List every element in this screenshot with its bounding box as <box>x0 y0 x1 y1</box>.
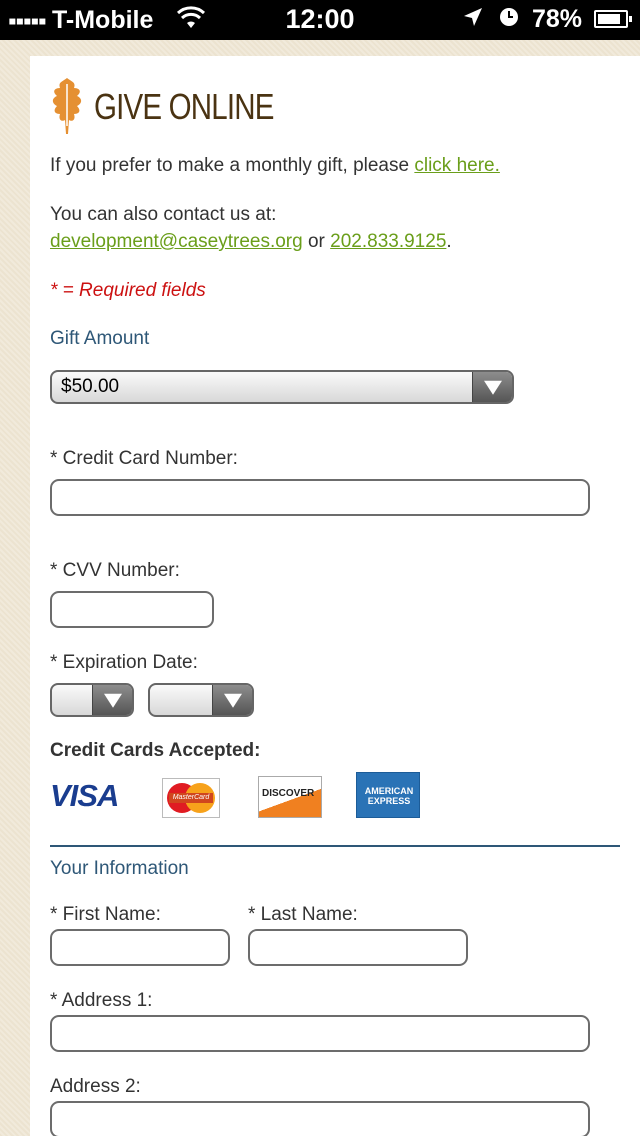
dropdown-arrow-icon <box>472 372 512 402</box>
monthly-gift-prefix: If you prefer to make a monthly gift, pl… <box>50 155 415 176</box>
amex-logo-text: AMERICAN EXPRESS <box>364 786 414 806</box>
contact-text: You can also contact us at: <box>50 204 277 225</box>
oak-leaf-icon <box>52 78 82 134</box>
monthly-gift-link[interactable]: click here. <box>414 155 500 176</box>
address1-input[interactable] <box>50 1015 590 1052</box>
expiration-month-select[interactable] <box>50 683 134 717</box>
section-divider <box>50 845 620 847</box>
amex-logo: AMERICAN EXPRESS <box>356 772 420 818</box>
cvv-number-input[interactable] <box>50 591 214 628</box>
your-information-label: Your Information <box>50 858 189 879</box>
mastercard-logo-text: MasterCard <box>169 793 213 803</box>
or-text: or <box>302 231 331 252</box>
credit-card-number-label: * Credit Card Number: <box>50 448 238 469</box>
first-name-label: * First Name: <box>50 904 161 925</box>
address1-label: * Address 1: <box>50 990 153 1011</box>
monthly-gift-text: If you prefer to make a monthly gift, pl… <box>50 155 500 177</box>
last-name-label: * Last Name: <box>248 904 358 925</box>
discover-logo: DISCOVER <box>258 776 322 818</box>
cvv-number-label: * CVV Number: <box>50 560 180 581</box>
status-bar: ▪▪▪▪▪ T-Mobile 12:00 78% <box>0 0 640 40</box>
page-title: GIVE ONLINE <box>94 86 274 127</box>
mastercard-logo: MasterCard <box>162 778 220 818</box>
gift-amount-value: $50.00 <box>61 376 120 397</box>
address2-label: Address 2: <box>50 1076 141 1097</box>
phone-link[interactable]: 202.833.9125 <box>330 231 446 252</box>
email-link[interactable]: development@caseytrees.org <box>50 231 303 252</box>
required-fields-note: * = Required fields <box>50 280 206 301</box>
period-text: . <box>446 231 452 252</box>
dropdown-arrow-icon <box>92 685 132 715</box>
expiration-date-label: * Expiration Date: <box>50 652 198 673</box>
expiration-year-select[interactable] <box>148 683 254 717</box>
address2-input[interactable] <box>50 1101 590 1136</box>
credit-card-number-input[interactable] <box>50 479 590 516</box>
contact-links: development@caseytrees.org or 202.833.91… <box>50 231 452 253</box>
gift-amount-label: Gift Amount <box>50 328 150 349</box>
visa-logo: VISA <box>50 778 119 813</box>
alarm-clock-icon <box>498 6 520 34</box>
location-arrow-icon <box>462 6 484 34</box>
first-name-input[interactable] <box>50 929 230 966</box>
battery-percent: 78% <box>532 5 583 33</box>
gift-amount-select[interactable]: $50.00 <box>50 370 514 404</box>
dropdown-arrow-icon <box>212 685 252 715</box>
discover-logo-text: DISCOVER <box>262 788 315 799</box>
credit-cards-accepted-label: Credit Cards Accepted: <box>50 740 261 761</box>
battery-icon <box>594 10 632 28</box>
last-name-input[interactable] <box>248 929 468 966</box>
